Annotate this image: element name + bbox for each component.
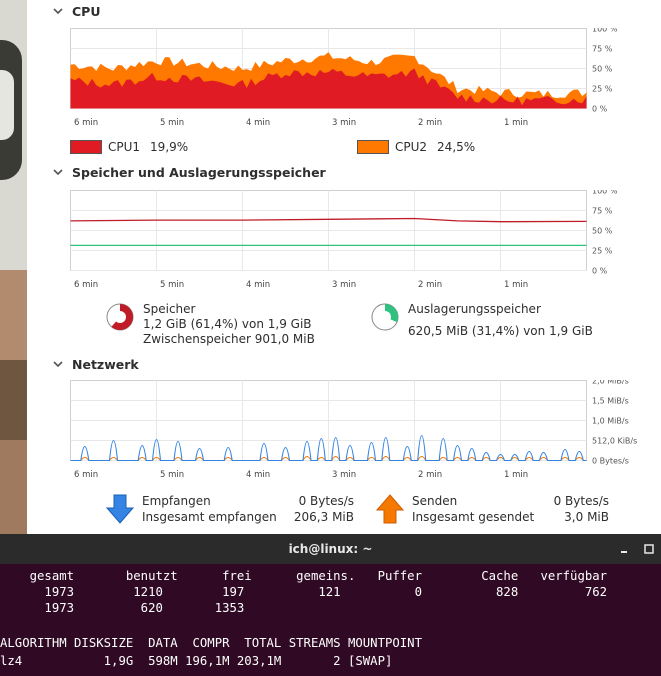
x-tick-label: 5 min <box>160 118 184 128</box>
chevron-down-icon <box>53 361 63 368</box>
sent-label: Senden <box>412 494 458 508</box>
x-tick-label: 1 min <box>504 470 528 480</box>
received-rate: 0 Bytes/s <box>298 494 354 508</box>
cpu-section-header[interactable]: CPU <box>52 2 101 20</box>
received-total: 206,3 MiB <box>293 510 354 524</box>
x-tick-label: 3 min <box>332 280 356 290</box>
terminal-line: ALGORITHM DISKSIZE DATA COMPR TOTAL STRE… <box>0 636 422 650</box>
x-tick-label: 4 min <box>246 280 270 290</box>
y-tick-label: 50 % <box>592 65 613 74</box>
cpu1-legend: CPU1 19,9% <box>70 140 188 154</box>
sent-info: Senden 0 Bytes/s Insgesamt gesendet 3,0 Mi… <box>412 493 609 525</box>
y-tick-label: 1,0 MiB/s <box>592 417 629 426</box>
x-tick-label: 1 min <box>504 118 528 128</box>
download-arrow-icon[interactable] <box>106 494 134 524</box>
memory-section-title: Speicher und Auslagerungsspeicher <box>72 164 326 180</box>
chevron-down-icon <box>53 169 63 176</box>
ram-usage: 1,2 GiB (61,4%) von 1,9 GiB <box>143 317 312 331</box>
x-tick-label: 6 min <box>74 118 98 128</box>
terminal-output[interactable]: gesamt benutzt frei gemeins. Puffer Cach… <box>0 564 661 676</box>
x-tick-label: 6 min <box>74 470 98 480</box>
y-tick-label: 0 % <box>592 267 608 276</box>
cpu1-label: CPU1 <box>108 140 141 154</box>
chart-grid <box>70 380 587 461</box>
ram-cache: Zwischenspeicher 901,0 MiB <box>143 332 315 346</box>
received-label: Empfangen <box>142 494 211 508</box>
cpu2-label: CPU2 <box>395 140 428 154</box>
terminal-title: ich@linux: ~ <box>288 542 373 556</box>
x-tick-label: 3 min <box>332 470 356 480</box>
cpu1-color-swatch[interactable] <box>70 140 102 154</box>
sent-total-label: Insgesamt gesendet <box>412 510 535 524</box>
x-tick-label: 4 min <box>246 470 270 480</box>
cpu2-legend: CPU2 24,5% <box>357 140 475 154</box>
cpu-history-chart: 100 % 75 % 50 % 25 % 0 % 6 min 5 min 4 min 3 min… <box>70 28 618 128</box>
x-tick-label: 6 min <box>74 280 98 290</box>
x-tick-label: 5 min <box>160 470 184 480</box>
y-tick-label: 100 % <box>592 190 618 196</box>
y-tick-label: 100 % <box>592 28 618 34</box>
minimize-icon[interactable] <box>618 543 630 555</box>
y-tick-label: 0 Bytes/s <box>592 457 629 466</box>
desktop-background <box>0 0 27 534</box>
x-tick-label: 3 min <box>332 118 356 128</box>
cpu2-value: 24,5% <box>437 140 476 154</box>
cpu-section-title: CPU <box>72 3 101 19</box>
pie-hole <box>379 311 391 323</box>
ram-info: Speicher 1,2 GiB (61,4%) von 1,9 GiB Zwi… <box>105 302 315 347</box>
y-tick-label: 25 % <box>592 85 613 94</box>
received-total-label: Insgesamt empfangen <box>142 510 277 524</box>
x-tick-label: 2 min <box>418 280 442 290</box>
x-tick-label: 5 min <box>160 280 184 290</box>
y-tick-label: 512,0 KiB/s <box>592 437 637 446</box>
maximize-icon[interactable] <box>643 543 655 555</box>
terminal-line: lz4 1,9G 598M 196,1M 203,1M 2 [SWAP] <box>0 654 393 668</box>
memory-section-header[interactable]: Speicher und Auslagerungsspeicher <box>52 163 326 181</box>
y-tick-label: 50 % <box>592 227 613 236</box>
y-tick-label: 25 % <box>592 247 613 256</box>
swap-usage: 620,5 MiB (31,4%) von 1,9 GiB <box>408 324 593 338</box>
y-tick-label: 75 % <box>592 207 613 216</box>
x-tick-label: 1 min <box>504 280 528 290</box>
y-tick-label: 1,5 MiB/s <box>592 397 629 406</box>
swap-pie-icon[interactable] <box>370 302 400 332</box>
network-history-chart: 2,0 MiB/s 1,5 MiB/s 1,0 MiB/s 512,0 KiB/s 0 … <box>70 380 637 480</box>
ram-label: Speicher <box>143 302 196 316</box>
x-tick-label: 2 min <box>418 470 442 480</box>
cpu2-color-swatch[interactable] <box>357 140 389 154</box>
y-tick-label: 2,0 MiB/s <box>592 380 629 386</box>
swap-info: Auslagerungsspeicher 620,5 MiB (31,4%) v… <box>370 302 593 339</box>
x-tick-label: 2 min <box>418 118 442 128</box>
memory-history-chart: 100 % 75 % 50 % 25 % 0 % 6 min 5 min 4 min 3 min… <box>70 190 618 290</box>
sent-total: 3,0 MiB <box>564 510 609 524</box>
x-tick-label: 4 min <box>246 118 270 128</box>
ram-pie-icon[interactable] <box>105 302 135 332</box>
chart-grid <box>70 190 587 271</box>
terminal-line: 1973 620 1353 <box>0 601 245 615</box>
terminal-window[interactable]: ich@linux: ~ gesamt benutzt frei gemeins… <box>0 534 661 676</box>
received-info: Empfangen 0 Bytes/s Insgesamt empfangen 20… <box>142 493 354 525</box>
swap-label: Auslagerungsspeicher <box>408 302 541 316</box>
y-tick-label: 75 % <box>592 45 613 54</box>
y-tick-label: 0 % <box>592 105 608 114</box>
cpu1-value: 19,9% <box>150 140 189 154</box>
sent-rate: 0 Bytes/s <box>553 494 609 508</box>
chevron-down-icon <box>53 8 63 15</box>
pie-hole <box>114 311 126 323</box>
terminal-titlebar[interactable]: ich@linux: ~ <box>0 534 661 564</box>
terminal-line: gesamt benutzt frei gemeins. Puffer Cach… <box>0 569 608 583</box>
network-section-header[interactable]: Netzwerk <box>52 355 139 373</box>
upload-arrow-icon[interactable] <box>376 494 404 524</box>
terminal-line: 1973 1210 197 121 0 828 762 <box>0 585 608 599</box>
network-section-title: Netzwerk <box>72 356 139 372</box>
